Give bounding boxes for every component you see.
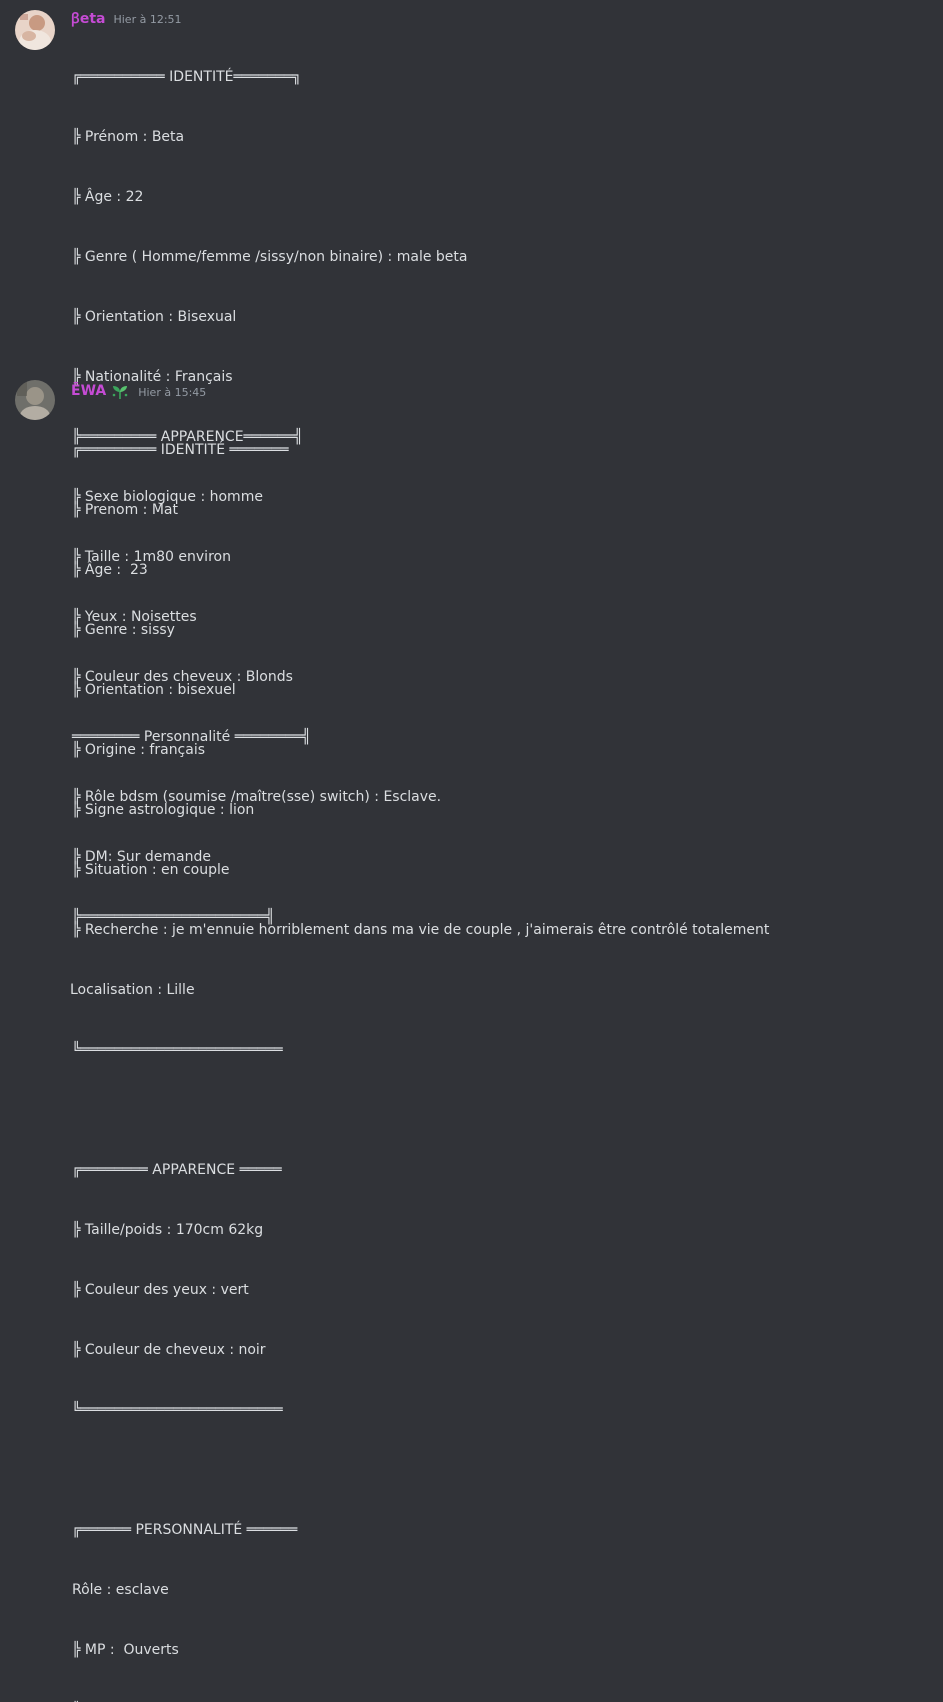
message-line: ╚════════════════════════ (72, 1699, 769, 1702)
message-line: ╠ Recherche : je m'ennuie horriblement d… (72, 922, 770, 938)
message-line (72, 1459, 769, 1481)
message-line: ╔══════ PERSONNALITÉ ══════ (72, 1522, 298, 1538)
avatar-image (15, 10, 55, 50)
message-line: ╠ Situation : en couple (72, 862, 230, 878)
message-line: ╠ Origine : français (72, 742, 206, 758)
message-line: ╠ Prenom : Mat (72, 502, 178, 518)
avatar-image (15, 380, 55, 420)
message-line: ╠ Âge : 22 (72, 189, 144, 205)
message-line: ╔════════ APPARENCE ═════ (72, 1162, 282, 1178)
timestamp[interactable]: Hier à 12:51 (113, 11, 181, 26)
message-line: ╠ Signe astrologique : lion (72, 802, 255, 818)
message-line (72, 1099, 769, 1121)
username[interactable]: ĒWA (71, 383, 106, 399)
message-content: ╔═════════ IDENTITÉ ═══════ ╠ Prenom : M… (70, 401, 770, 1702)
timestamp[interactable]: Hier à 15:45 (138, 384, 206, 399)
message-line: ╠ Couleur des yeux : vert (72, 1282, 249, 1298)
message-line: ╠ Taille/poids : 170cm 62kg (72, 1222, 264, 1238)
message-line: ╠ Prénom : Beta (72, 129, 185, 145)
message-line: ╠ MP : Ouverts (72, 1642, 179, 1658)
message-line: ╠ Genre ( Homme/femme /sissy/non binaire… (72, 249, 468, 265)
message-line: Localisation : Lille (70, 982, 195, 998)
message-line: ╚════════════════════════ (72, 1042, 283, 1058)
message-line: ╔══════════ IDENTITÉ═══════╗ (72, 69, 301, 85)
message-line: Rôle : esclave (72, 1582, 169, 1598)
user-avatar[interactable] (15, 380, 55, 420)
message-header: ĒWA Hier à 15:45 (71, 381, 206, 401)
user-avatar[interactable] (15, 10, 55, 50)
message-line: ╚════════════════════════ (72, 1402, 283, 1418)
message-line: ╠ Orientation : Bisexual (72, 309, 237, 325)
message-line: ╠ Couleur de cheveux : noir (72, 1342, 266, 1358)
message-header: ꞵeta Hier à 12:51 (71, 8, 182, 28)
message-line: ╔═════════ IDENTITÉ ═══════ (72, 442, 289, 458)
message-line: ╠ Orientation : bisexuel (72, 682, 236, 698)
sprout-icon (110, 382, 130, 400)
message-line: ╠ Âge : 23 (72, 562, 148, 578)
username[interactable]: ꞵeta (71, 9, 105, 28)
message-line: ╠ Genre : sissy (72, 622, 175, 638)
